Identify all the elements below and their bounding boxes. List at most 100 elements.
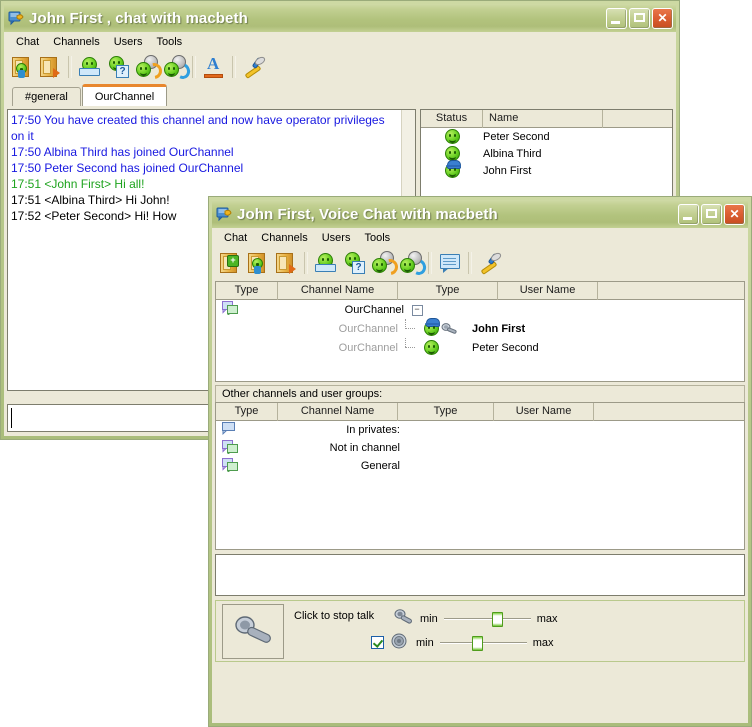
chat-close-button[interactable]: ✕ [652,8,673,29]
voice-menubar[interactable]: Chat Channels Users Tools [212,228,748,247]
voice-bottom-header[interactable]: Type Channel Name Type User Name [216,403,744,421]
voice-top-col-type2[interactable]: Type [398,282,498,300]
user-call-icon[interactable] [132,53,160,81]
table-row[interactable]: General [216,457,744,475]
mic-level-slider[interactable] [444,611,531,627]
user-name: Peter Second [483,131,550,143]
chat-minimize-button[interactable] [606,8,627,29]
talk-toggle-button[interactable] [222,604,284,659]
voice-menu-users[interactable]: Users [315,231,358,245]
settings-icon[interactable] [240,53,268,81]
voice-message-input[interactable] [215,554,745,596]
voice-top-col-channel[interactable]: Channel Name [278,282,398,300]
voice-minimize-button[interactable] [678,204,699,225]
voice-bottom-col-blank[interactable] [594,403,744,421]
voice-bottom-col-user[interactable]: User Name [494,403,594,421]
speaker-enable-checkbox[interactable] [371,636,384,649]
userlist-col-status[interactable]: Status [421,110,483,128]
table-row[interactable]: In privates: [216,421,744,439]
table-row[interactable]: Not in channel [216,439,744,457]
table-row[interactable]: OurChannel − [216,300,744,319]
chat-window-title: John First , chat with macbeth [29,10,606,27]
userlist-col-blank[interactable] [603,110,672,128]
voice-bottom-col-type2[interactable]: Type [398,403,494,421]
chat-tabstrip[interactable]: #general OurChannel [4,83,676,106]
voice-menu-tools[interactable]: Tools [357,231,397,245]
chat-titlebar[interactable]: John First , chat with macbeth ✕ [4,4,676,32]
speaker-min-label: min [416,637,434,649]
chat-menu-channels[interactable]: Channels [46,35,106,49]
voice-menu-chat[interactable]: Chat [217,231,254,245]
mic-max-label: max [537,613,558,625]
table-row[interactable]: Albina Third [421,145,672,162]
chat-menu-chat[interactable]: Chat [9,35,46,49]
tab-general[interactable]: #general [12,87,81,106]
voice-top-col-type[interactable]: Type [216,282,278,300]
voice-maximize-button[interactable] [701,204,722,225]
voice-chat-app-icon [216,206,232,222]
status-online-icon [421,146,483,161]
message-icon[interactable] [436,249,464,277]
user-voice-icon[interactable] [160,53,188,81]
table-row[interactable]: John First [421,162,672,179]
toolbar-separator [68,56,72,78]
toolbar-separator [304,252,308,274]
chat-toolbar[interactable]: ? A [4,51,676,83]
user-help-icon[interactable]: ? [340,249,368,277]
user-name: Peter Second [472,342,539,354]
status-online-icon [421,129,483,144]
join-channel-icon[interactable] [244,249,272,277]
chat-message: 17:50 You have created this channel and … [11,112,398,144]
chat-maximize-button[interactable] [629,8,650,29]
create-channel-icon[interactable]: + [216,249,244,277]
voice-bottom-col-type[interactable]: Type [216,403,278,421]
chat-window-controls: ✕ [606,8,674,29]
chat-menu-users[interactable]: Users [107,35,150,49]
voice-channel-tree[interactable]: Type Channel Name Type User Name [215,281,745,382]
table-row[interactable]: Peter Second [421,128,672,145]
voice-other-channels-tree[interactable]: Type Channel Name Type User Name [215,402,745,550]
voice-window-body: Chat Channels Users Tools + [212,228,748,723]
user-info-icon[interactable] [76,53,104,81]
font-icon[interactable]: A [200,53,228,81]
tree-line [398,319,424,338]
talk-button-label: Click to stop talk [294,609,380,623]
voice-chat-window[interactable]: John First, Voice Chat with macbeth ✕ Ch… [208,196,752,727]
voice-bottom-col-channel[interactable]: Channel Name [278,403,398,421]
voice-titlebar[interactable]: John First, Voice Chat with macbeth ✕ [212,200,748,228]
user-call-icon[interactable] [368,249,396,277]
voice-menu-channels[interactable]: Channels [254,231,314,245]
settings-icon[interactable] [476,249,504,277]
voice-top-col-blank[interactable] [598,282,744,300]
userlist-header[interactable]: Status Name [421,110,672,128]
user-help-icon[interactable]: ? [104,53,132,81]
channel-name: OurChannel [244,323,398,335]
other-channels-label: Other channels and user groups: [215,385,745,402]
user-voice-icon[interactable] [396,249,424,277]
user-info-icon[interactable] [312,249,340,277]
voice-window-controls: ✕ [678,204,746,225]
userlist-col-name[interactable]: Name [483,110,603,128]
user-name: Albina Third [483,148,542,160]
screen: John First , chat with macbeth ✕ Chat Ch… [0,0,752,727]
user-name: John First [472,323,525,335]
voice-toolbar[interactable]: + [212,247,748,279]
leave-channel-icon[interactable] [272,249,300,277]
tab-ourchannel[interactable]: OurChannel [82,84,167,106]
table-row[interactable]: OurChannel [216,319,744,338]
join-channel-icon[interactable] [8,53,36,81]
microphone-icon [231,614,277,652]
table-row[interactable]: OurChannel Peter Second [216,338,744,357]
speaker-slider-thumb[interactable] [472,636,483,651]
leave-channel-icon[interactable] [36,53,64,81]
voice-top-col-user[interactable]: User Name [498,282,598,300]
mic-slider-thumb[interactable] [492,612,503,627]
user-icon [424,340,472,355]
voice-top-header[interactable]: Type Channel Name Type User Name [216,282,744,300]
voice-close-button[interactable]: ✕ [724,204,745,225]
chat-menu-tools[interactable]: Tools [149,35,189,49]
speaker-level-slider[interactable] [440,635,527,651]
chat-menubar[interactable]: Chat Channels Users Tools [4,32,676,51]
tree-expander[interactable]: − [404,303,430,316]
user-name: John First [483,165,531,177]
